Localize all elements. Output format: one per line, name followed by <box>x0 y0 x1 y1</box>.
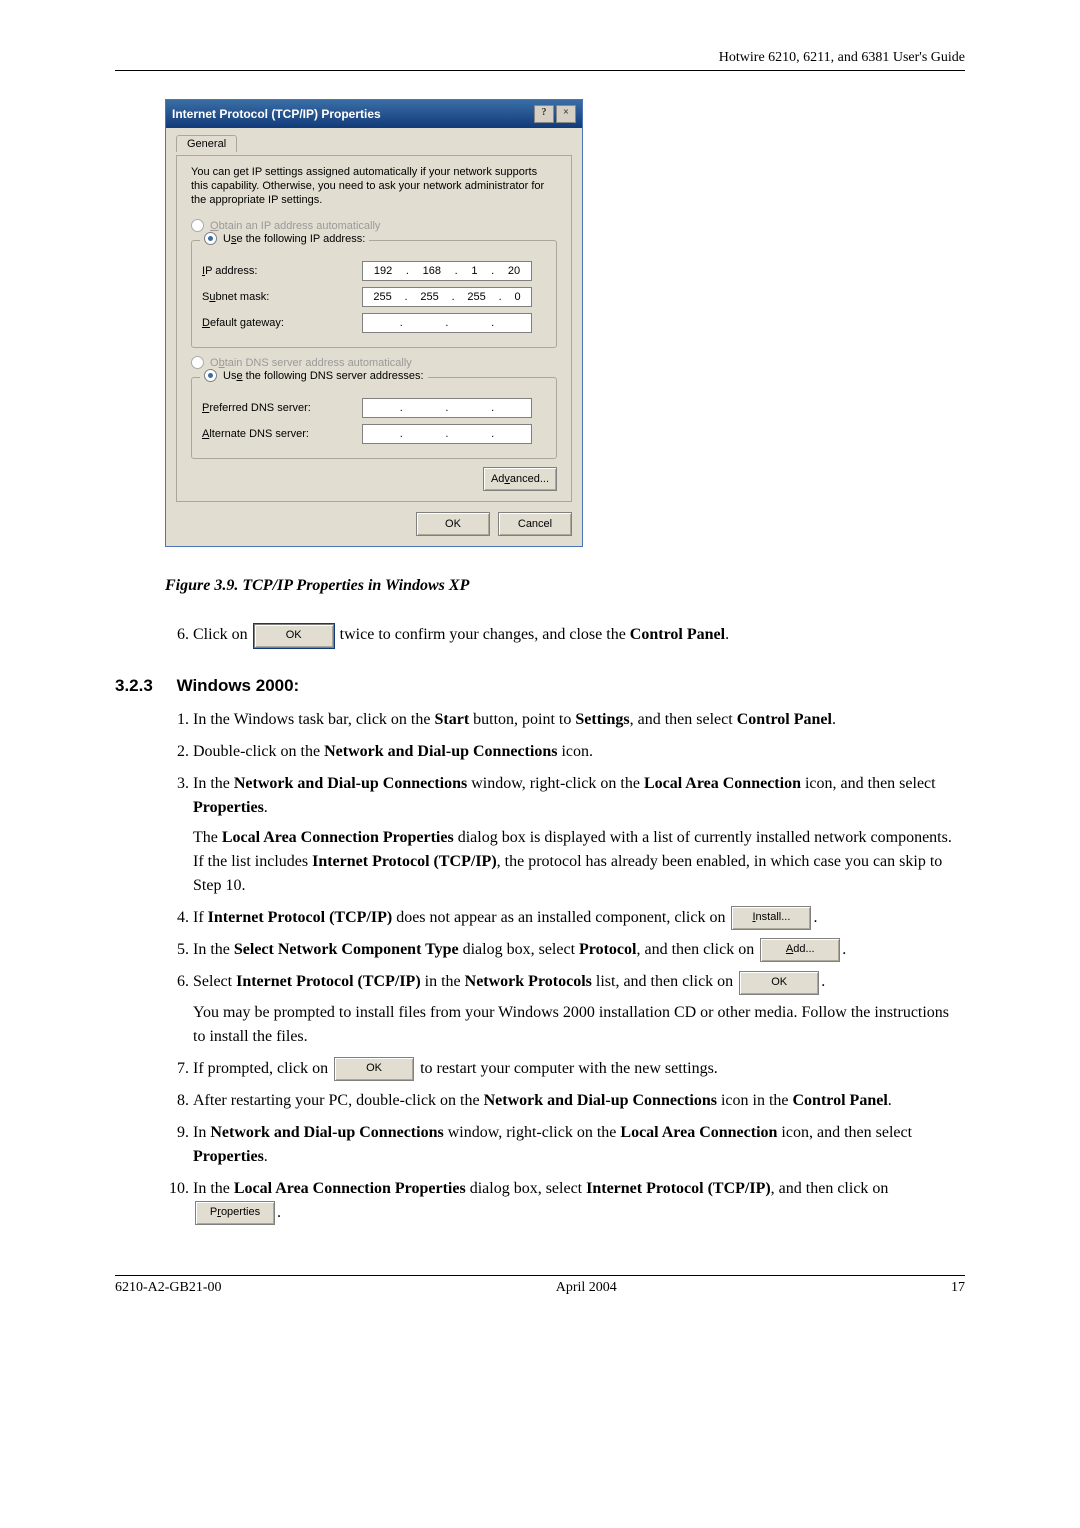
radio-icon <box>204 369 217 382</box>
page-footer: 6210-A2-GB21-00 April 2004 17 <box>115 1275 965 1296</box>
advanced-button[interactable]: Advanced... <box>483 467 557 491</box>
alt-dns-label: Alternate DNS server: <box>202 428 362 440</box>
ok-button-inline-3[interactable]: OK <box>334 1057 414 1081</box>
dialog-titlebar: Internet Protocol (TCP/IP) Properties ? … <box>166 100 582 128</box>
subnet-mask-label: Subnet mask: <box>202 291 362 303</box>
step-1: In the Windows task bar, click on the St… <box>193 708 965 732</box>
step-list-top: Click on OK twice to confirm your change… <box>115 623 965 647</box>
ok-button-inline[interactable]: OK <box>254 624 334 648</box>
radio-use-dns[interactable]: Use the following DNS server addresses: <box>200 369 428 382</box>
dialog-explanation: You can get IP settings assigned automat… <box>191 166 557 207</box>
radio-use-dns-label: Use the following DNS server addresses: <box>223 370 424 382</box>
pref-dns-label: Preferred DNS server: <box>202 402 362 414</box>
radio-obtain-dns-label: Obtain DNS server address automatically <box>210 357 412 369</box>
properties-button-inline[interactable]: Properties <box>195 1201 275 1225</box>
radio-icon <box>191 356 204 369</box>
cancel-button[interactable]: Cancel <box>498 512 572 536</box>
radio-obtain-ip-label: Obtain an IP address automatically <box>210 220 380 232</box>
radio-obtain-ip[interactable]: Obtain an IP address automatically <box>191 219 557 232</box>
subnet-mask-input[interactable]: 255. 255. 255. 0 <box>362 287 532 307</box>
step-9: In Network and Dial-up Connections windo… <box>193 1121 965 1169</box>
step-3: In the Network and Dial-up Connections w… <box>193 772 965 898</box>
radio-obtain-dns: Obtain DNS server address automatically <box>191 356 557 369</box>
close-icon[interactable]: × <box>556 105 576 123</box>
tcpip-properties-dialog: Internet Protocol (TCP/IP) Properties ? … <box>165 99 583 547</box>
step-8: After restarting your PC, double-click o… <box>193 1089 965 1113</box>
dialog-body: General You can get IP settings assigned… <box>166 128 582 546</box>
tab-general[interactable]: General <box>176 135 237 152</box>
step-5: In the Select Network Component Type dia… <box>193 938 965 962</box>
step-6-top: Click on OK twice to confirm your change… <box>193 623 965 647</box>
step-2: Double-click on the Network and Dial-up … <box>193 740 965 764</box>
dns-groupbox: Use the following DNS server addresses: … <box>191 377 557 459</box>
default-gateway-label: Default gateway: <box>202 317 362 329</box>
radio-icon <box>191 219 204 232</box>
pref-dns-input[interactable]: . . . <box>362 398 532 418</box>
ip-address-input[interactable]: 192. 168. 1. 20 <box>362 261 532 281</box>
section-title: Windows 2000: <box>177 676 300 695</box>
install-button-inline[interactable]: Install... <box>731 906 811 930</box>
step-6: Select Internet Protocol (TCP/IP) in the… <box>193 970 965 1048</box>
default-gateway-input[interactable]: . . . <box>362 313 532 333</box>
section-heading: 3.2.3 Windows 2000: <box>115 676 965 696</box>
step-10: In the Local Area Connection Properties … <box>193 1177 965 1225</box>
ip-address-label: IP address: <box>202 265 362 277</box>
page-header-right: Hotwire 6210, 6211, and 6381 User's Guid… <box>115 50 965 71</box>
ok-button-inline-2[interactable]: OK <box>739 971 819 995</box>
radio-use-ip[interactable]: Use the following IP address: <box>200 232 369 245</box>
tcpip-dialog-figure: Internet Protocol (TCP/IP) Properties ? … <box>165 99 965 547</box>
footer-right: 17 <box>951 1280 965 1296</box>
radio-icon <box>204 232 217 245</box>
step-7: If prompted, click on OK to restart your… <box>193 1057 965 1081</box>
footer-left: 6210-A2-GB21-00 <box>115 1280 222 1296</box>
win2000-steps: In the Windows task bar, click on the St… <box>115 708 965 1226</box>
ok-button[interactable]: OK <box>416 512 490 536</box>
alt-dns-input[interactable]: . . . <box>362 424 532 444</box>
footer-center: April 2004 <box>556 1280 617 1296</box>
ip-groupbox: Use the following IP address: IP address… <box>191 240 557 348</box>
add-button-inline[interactable]: Add... <box>760 938 840 962</box>
figure-caption: Figure 3.9. TCP/IP Properties in Windows… <box>165 577 965 595</box>
radio-use-ip-label: Use the following IP address: <box>223 233 365 245</box>
dialog-title: Internet Protocol (TCP/IP) Properties <box>172 107 381 121</box>
help-icon[interactable]: ? <box>534 105 554 123</box>
step-4: If Internet Protocol (TCP/IP) does not a… <box>193 906 965 930</box>
section-number: 3.2.3 <box>115 676 153 695</box>
control-panel-text: Control Panel <box>630 626 725 643</box>
